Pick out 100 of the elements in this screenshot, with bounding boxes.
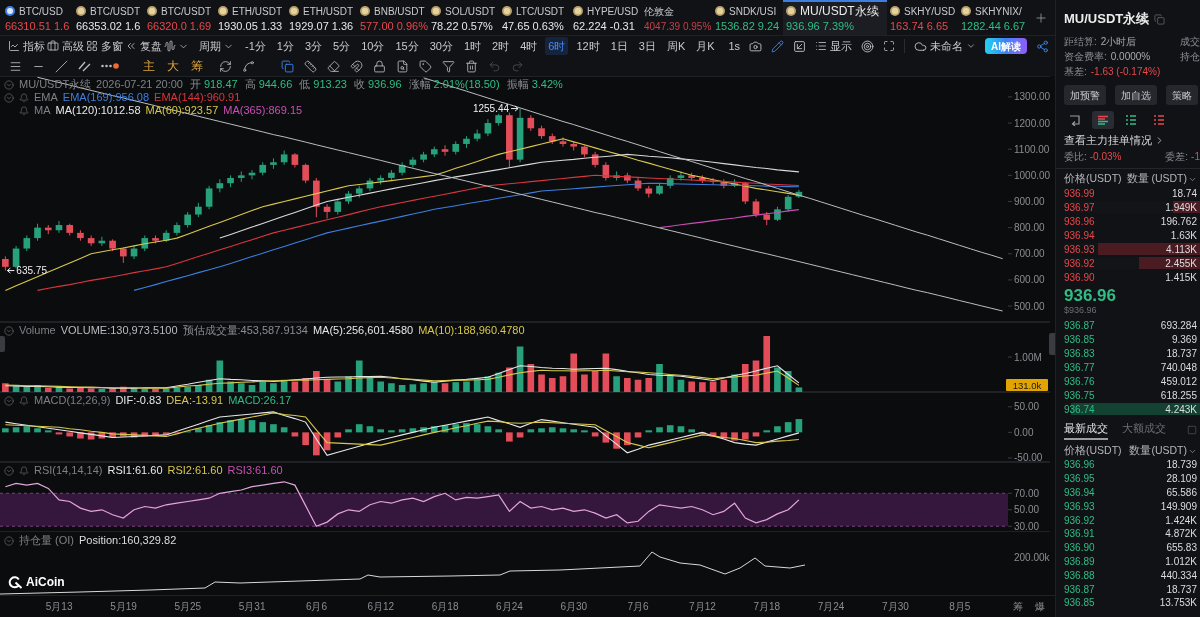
ask-amount: 1.949K	[1165, 200, 1197, 215]
legend-value: Position:160,329.82	[79, 534, 177, 547]
field-label: 收	[353, 78, 365, 91]
trade-price: 936.88	[1064, 568, 1095, 583]
column-header: 价格(USDT)	[1064, 443, 1122, 459]
legend-title: 持仓量 (OI)	[19, 534, 74, 547]
ask-price: 936.93	[1064, 242, 1095, 257]
ask-amount: 196.762	[1160, 214, 1197, 229]
trade-price: 936.96	[1064, 458, 1095, 473]
column-header: 价格(USDT)	[1064, 171, 1122, 187]
bid-amount: 618.255	[1160, 388, 1197, 403]
trade-amount: 440.334	[1160, 568, 1197, 583]
legend-value: 预估成交量:453,587.9134	[182, 324, 308, 337]
field-label: 开	[189, 78, 201, 91]
legend-title: RSI(14,14,14)	[34, 464, 103, 477]
legend-time: 2026-07-21 20:00	[96, 78, 183, 91]
axis-label: 6月12	[366, 600, 396, 614]
axis-label: 50.00	[1014, 504, 1040, 516]
trade-amount: 1.424K	[1165, 513, 1197, 528]
legend-value: MA(10):188,960.4780	[418, 324, 525, 337]
legend-value: VOLUME:130,973.5100	[60, 324, 178, 337]
stat-label: 持仓	[1180, 50, 1200, 64]
axis-label: 1300.00	[1014, 91, 1050, 103]
legend-value: MA(365):869.15	[223, 104, 303, 117]
bid-price: 936.85	[1064, 332, 1095, 347]
legend-value: DIF:-0.83	[115, 394, 162, 407]
axis-label: 1000.00	[1014, 169, 1050, 181]
ask-price: 936.96	[1064, 214, 1095, 229]
legend-value: EMA(144):960.91	[154, 91, 241, 104]
ratio-value: -0.03%	[1089, 149, 1122, 164]
field-value: 918.47	[203, 78, 238, 91]
last-price-usd: $936.96	[1064, 305, 1098, 316]
ask-price: 936.99	[1064, 186, 1095, 201]
bid-price: 936.87	[1064, 318, 1095, 333]
axis-label: 30.00	[1014, 520, 1040, 532]
axis-label: 0.00	[1014, 426, 1034, 438]
field-label: 振幅	[506, 78, 529, 91]
last-price: 936.96	[1064, 286, 1117, 305]
legend-title: Volume	[19, 324, 56, 337]
axis-label: 600.00	[1014, 274, 1045, 286]
legend-value: RSI2:61.60	[167, 464, 223, 477]
ask-price: 936.92	[1064, 256, 1095, 271]
bid-price: 936.77	[1064, 360, 1095, 375]
axis-label: 70.00	[1014, 487, 1040, 499]
axis-label: 800.00	[1014, 222, 1045, 234]
axis-label: 500.00	[1014, 300, 1045, 312]
price-label: 1255.44	[472, 103, 510, 115]
field-value: 944.66	[258, 78, 293, 91]
axis-label: 1100.00	[1014, 143, 1050, 155]
bid-amount: 740.048	[1160, 360, 1197, 375]
value-tag: 131.0k	[1006, 379, 1048, 391]
legend-value: RSI1:61.60	[107, 464, 163, 477]
trade-amount: 65.586	[1166, 486, 1197, 500]
axis-label: 5月31	[237, 600, 267, 614]
bid-amount: 18.737	[1166, 346, 1197, 361]
field-label: 涨幅	[408, 78, 431, 91]
bid-price: 936.83	[1064, 346, 1095, 361]
axis-label: 1.00M	[1014, 351, 1042, 363]
trade-price: 936.93	[1064, 499, 1095, 514]
bid-amount: 693.284	[1160, 318, 1197, 333]
trade-price: 936.87	[1064, 582, 1095, 597]
trade-price: 936.90	[1064, 541, 1095, 556]
stat-label: 距结算:	[1064, 35, 1097, 49]
trade-amount: 13.753K	[1159, 596, 1197, 611]
trade-price: 936.95	[1064, 472, 1095, 487]
field-value: 913.23	[313, 78, 347, 91]
axis-label: 50.00	[1014, 401, 1040, 413]
bid-amount: 9.369	[1171, 332, 1197, 347]
axis-label: 6月24	[495, 600, 524, 614]
legend-value: MA(120):1012.58	[55, 104, 141, 117]
axis-label: 1200.00	[1014, 117, 1050, 129]
stat-label: 成交	[1180, 35, 1200, 49]
trade-price: 936.89	[1064, 555, 1095, 569]
legend-value: MA(5):256,601.4580	[312, 324, 414, 337]
axis-label: 6月30	[559, 600, 589, 614]
legend-title: EMA	[34, 91, 58, 104]
ask-price: 936.94	[1064, 228, 1095, 243]
trade-price: 936.92	[1064, 513, 1095, 528]
ask-price: 936.97	[1064, 200, 1095, 215]
price-label: 635.75	[16, 265, 47, 277]
ask-amount: 4.113K	[1166, 242, 1197, 257]
trade-amount: 18.739	[1166, 458, 1197, 473]
axis-label: 7月18	[752, 600, 782, 614]
legend-value: DEA:-13.91	[166, 394, 224, 407]
axis-label: 7月12	[688, 600, 717, 614]
trade-amount: 28.109	[1166, 472, 1197, 487]
axis-label: 5月13	[44, 600, 74, 614]
trade-price: 936.91	[1064, 527, 1095, 542]
legend-title: MA	[34, 104, 51, 117]
legend-value: RSI3:61.60	[227, 464, 283, 477]
market-title: MU/USDT永续	[1064, 10, 1150, 29]
stat-label: 资金费率:	[1064, 50, 1107, 64]
field-value: 936.96	[367, 78, 402, 91]
axis-label: 7月30	[881, 600, 910, 614]
axis-label: 5月25	[173, 600, 203, 614]
stat-label: 基差:	[1064, 65, 1087, 79]
trade-amount: 655.83	[1166, 541, 1197, 556]
ask-amount: 1.63K	[1170, 228, 1197, 243]
axis-label: 900.00	[1014, 196, 1045, 207]
trade-price: 936.85	[1064, 596, 1095, 611]
